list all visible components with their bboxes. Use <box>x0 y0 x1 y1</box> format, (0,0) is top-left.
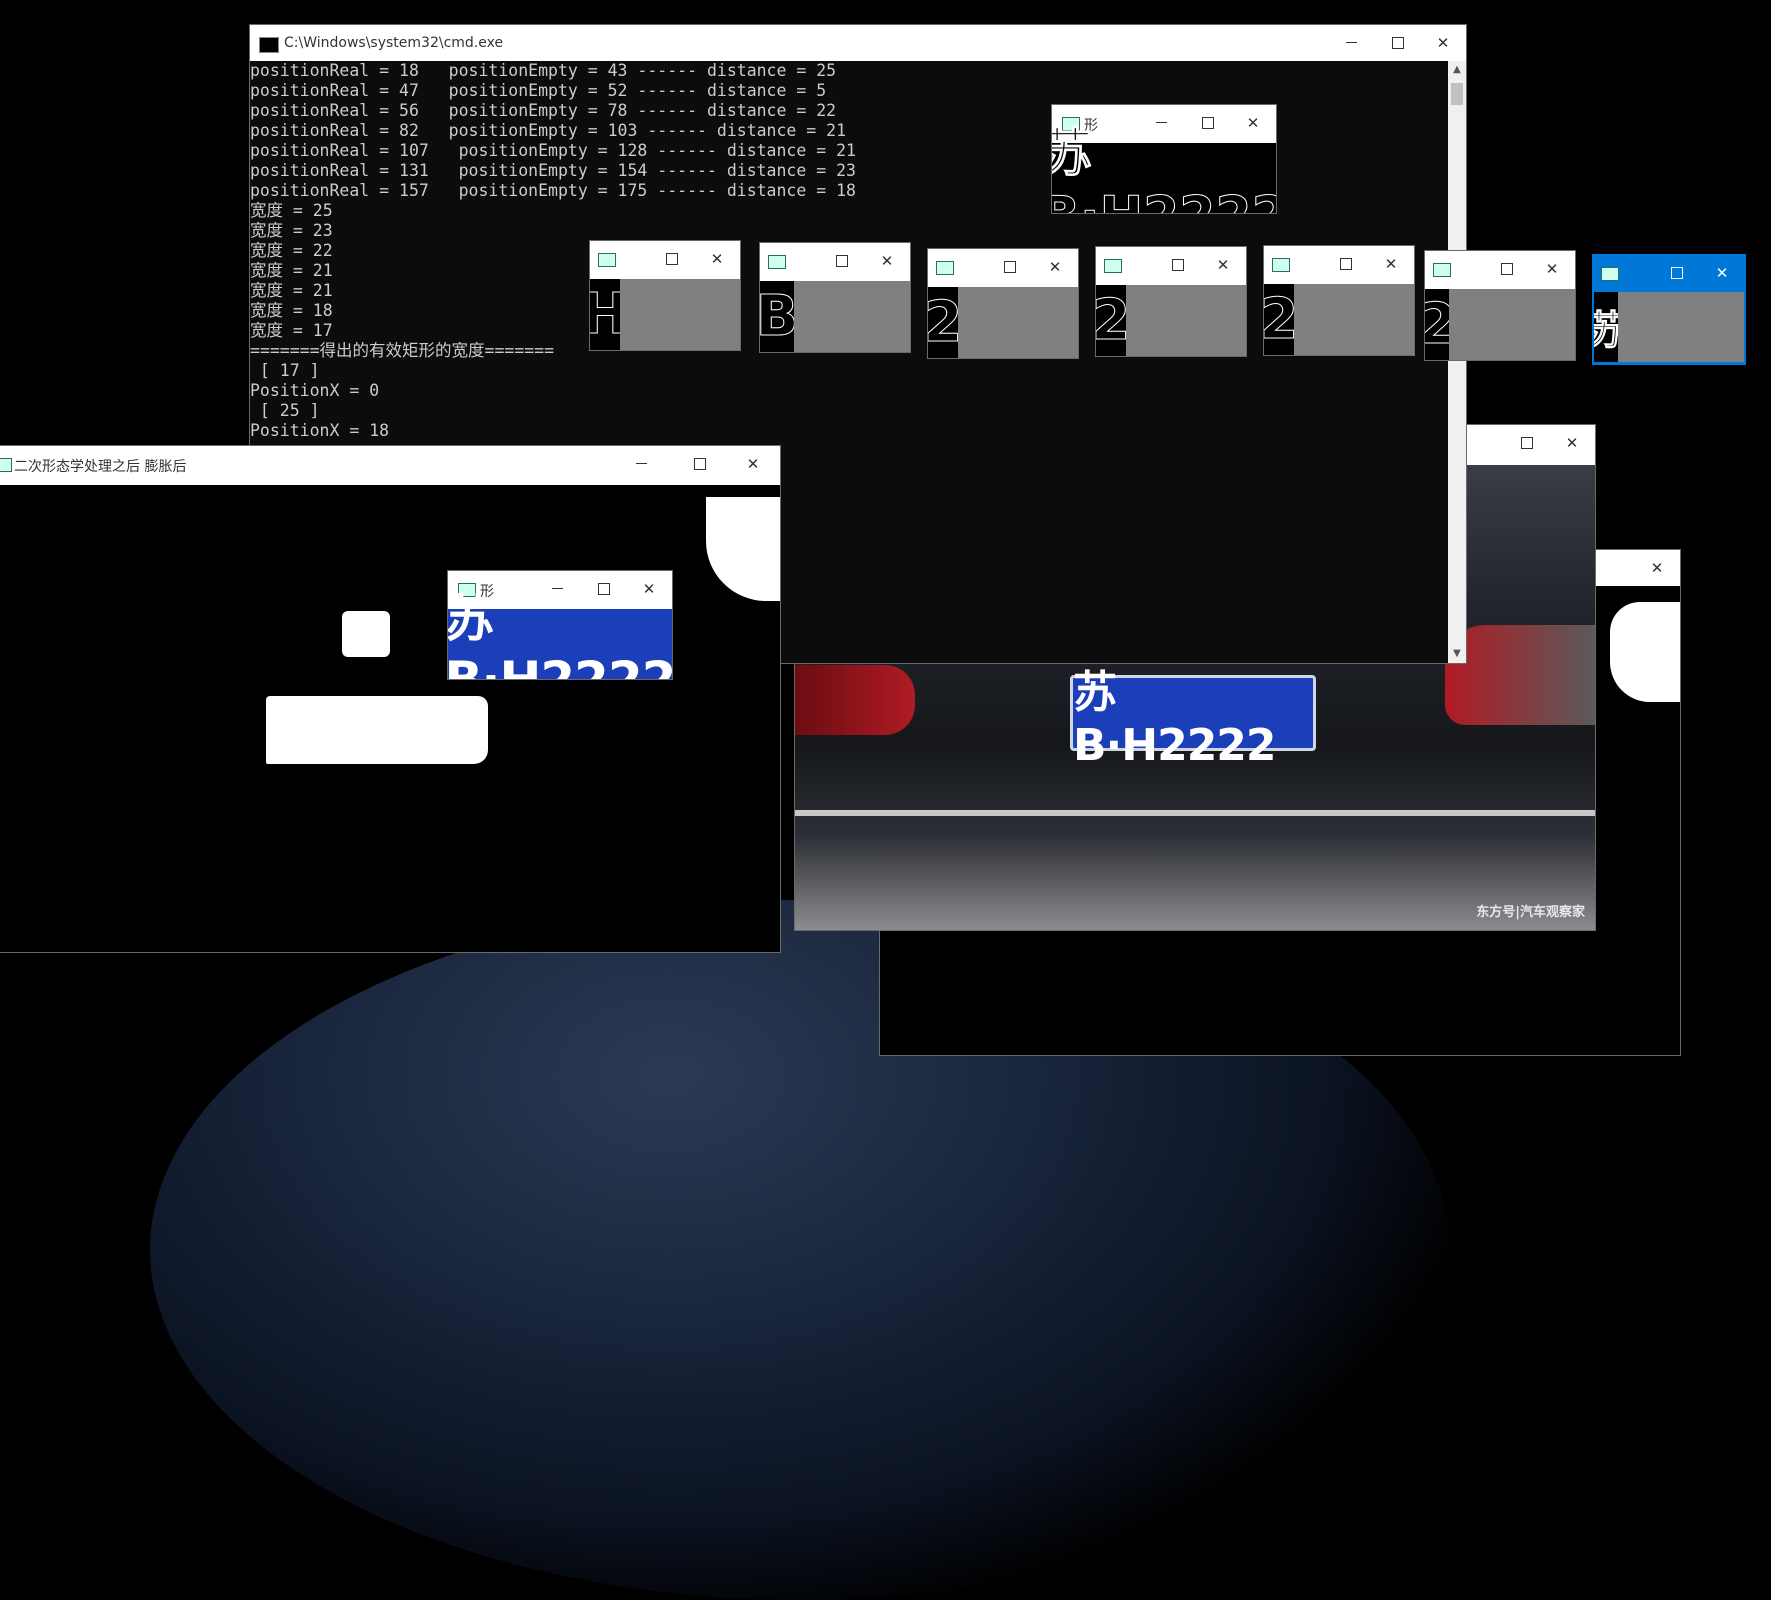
maximize-icon[interactable] <box>1374 25 1420 61</box>
app-icon <box>0 458 12 472</box>
close-icon[interactable] <box>730 446 776 482</box>
maximize-icon[interactable] <box>648 241 694 277</box>
app-icon <box>768 255 786 269</box>
char-image: B <box>760 281 794 352</box>
gray-padding <box>1126 285 1246 356</box>
license-plate-image: 苏B·H2222 <box>448 590 672 679</box>
close-icon[interactable] <box>1529 251 1575 287</box>
white-region <box>706 497 780 601</box>
minimize-icon[interactable] <box>618 446 664 482</box>
console-line: 宽度 = 23 <box>250 221 333 240</box>
scroll-up-icon[interactable]: ▲ <box>1448 61 1466 79</box>
gray-padding <box>794 281 910 352</box>
app-icon <box>1104 259 1122 273</box>
window-title: 二次形态学处理之后 膨胀后 <box>14 459 187 475</box>
close-icon[interactable] <box>1699 255 1745 291</box>
char-image: 2 <box>1096 285 1126 356</box>
maximize-icon[interactable] <box>1503 425 1549 461</box>
console-line: positionReal = 18 positionEmpty = 43 ---… <box>250 61 837 80</box>
app-icon <box>936 261 954 275</box>
app-icon <box>598 253 616 267</box>
maximize-icon[interactable] <box>1154 247 1200 283</box>
car-license-plate: 苏B·H2222 <box>1070 667 1316 771</box>
maximize-icon[interactable] <box>986 249 1032 285</box>
close-icon[interactable] <box>1200 247 1246 283</box>
edge-detected-plate: 苏B·H2222 <box>1052 123 1276 213</box>
close-icon[interactable] <box>1420 25 1466 61</box>
close-icon[interactable] <box>1368 246 1414 282</box>
char-image: 2 <box>1264 284 1294 355</box>
titlebar[interactable] <box>590 241 740 277</box>
maximize-icon[interactable] <box>1483 251 1529 287</box>
maximize-icon[interactable] <box>1322 246 1368 282</box>
char-image: H <box>590 279 620 350</box>
app-icon <box>1433 263 1451 277</box>
titlebar[interactable] <box>1096 247 1246 283</box>
console-line: positionReal = 47 positionEmpty = 52 ---… <box>250 81 827 100</box>
console-line: [ 17 ] <box>250 361 320 380</box>
titlebar[interactable] <box>928 249 1078 285</box>
titlebar[interactable] <box>1264 246 1414 282</box>
scroll-down-icon[interactable]: ▼ <box>1448 645 1466 663</box>
char-image: 苏 <box>1594 292 1618 362</box>
char-window-4[interactable]: 2 <box>1096 247 1246 356</box>
morphology-window[interactable]: 二次形态学处理之后 膨胀后 <box>0 446 780 952</box>
edge-plate-window[interactable]: 形 苏B·H2222 <box>1052 105 1276 213</box>
morphology-image <box>0 485 780 952</box>
bumper-chrome <box>795 810 1595 816</box>
titlebar[interactable]: C:\Windows\system32\cmd.exe <box>250 25 1466 61</box>
maximize-icon[interactable] <box>818 243 864 279</box>
titlebar[interactable]: 二次形态学处理之后 膨胀后 <box>0 446 780 484</box>
minimize-icon[interactable] <box>1328 25 1374 61</box>
close-icon[interactable] <box>864 243 910 279</box>
close-icon[interactable] <box>694 241 740 277</box>
char-window-2[interactable]: B <box>760 243 910 352</box>
app-icon <box>1601 267 1619 281</box>
char-window-3[interactable]: 2 <box>928 249 1078 358</box>
scroll-thumb[interactable] <box>1451 83 1463 105</box>
maximize-icon[interactable] <box>1653 255 1699 291</box>
console-line: PositionX = 0 <box>250 381 380 400</box>
tail-light-right <box>1445 625 1595 725</box>
cmd-icon <box>259 37 279 53</box>
gray-padding <box>1449 289 1575 360</box>
char-window-6[interactable]: 2 <box>1425 251 1575 360</box>
char-window-5[interactable]: 2 <box>1264 246 1414 355</box>
gray-padding <box>620 279 740 350</box>
char-window-1[interactable]: H <box>590 241 740 350</box>
window-title: C:\Windows\system32\cmd.exe <box>284 35 504 51</box>
gray-padding <box>1618 292 1744 362</box>
watermark: 东方号|汽车观察家 <box>1476 905 1585 920</box>
maximize-icon[interactable] <box>676 446 722 482</box>
char-image: 2 <box>1425 289 1449 360</box>
close-icon[interactable] <box>1549 425 1595 461</box>
char-image: 2 <box>928 287 958 358</box>
console-line: [ 25 ] <box>250 401 320 420</box>
console-line: PositionX = 18 <box>250 421 390 440</box>
close-icon[interactable] <box>1032 249 1078 285</box>
titlebar[interactable] <box>1593 255 1745 291</box>
white-region <box>342 611 390 657</box>
vertical-scrollbar[interactable]: ▲ ▼ <box>1448 61 1466 663</box>
titlebar[interactable] <box>760 243 910 279</box>
titlebar[interactable] <box>1425 251 1575 287</box>
white-region <box>1610 602 1680 702</box>
plate-window[interactable]: 形 苏B·H2222 <box>448 571 672 679</box>
char-window-7-active[interactable]: 苏 <box>1593 255 1745 364</box>
tail-light-left <box>795 665 915 735</box>
app-icon <box>1272 258 1290 272</box>
white-region <box>266 696 488 764</box>
close-icon[interactable] <box>1634 550 1680 586</box>
gray-padding <box>1294 284 1414 355</box>
gray-padding <box>958 287 1078 358</box>
